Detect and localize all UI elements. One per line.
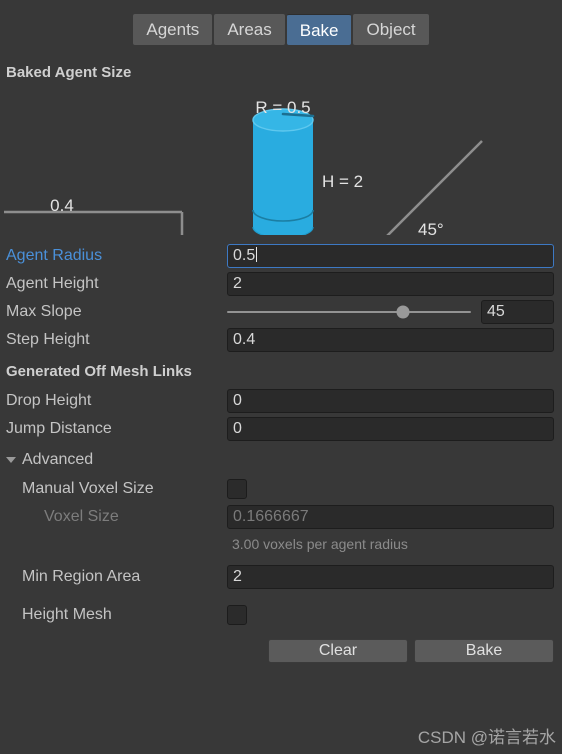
agent-height-input[interactable]: 2 <box>227 272 554 296</box>
tab-agents[interactable]: Agents <box>133 14 213 45</box>
max-slope-input[interactable]: 45 <box>481 300 554 324</box>
diagram-radius-label: R = 0.5 <box>255 98 310 117</box>
generated-off-mesh-links-header: Generated Off Mesh Links <box>6 363 192 380</box>
clear-button[interactable]: Clear <box>268 639 408 663</box>
row-voxel-helper: 3.00 voxels per agent radius <box>4 532 558 556</box>
height-mesh-label: Height Mesh <box>22 606 112 623</box>
manual-voxel-size-label: Manual Voxel Size <box>22 480 154 497</box>
voxel-size-input: 0.1666667 <box>227 505 554 529</box>
max-slope-label: Max Slope <box>6 303 82 320</box>
agent-radius-label: Agent Radius <box>6 247 103 264</box>
diagram-slope-label: 45° <box>418 220 444 235</box>
min-region-area-input[interactable]: 2 <box>227 565 554 589</box>
advanced-rows: Manual Voxel Size Voxel Size 0.1666667 3… <box>4 476 558 628</box>
text-caret <box>256 247 258 262</box>
agent-size-diagram: R = 0.5 H = 2 0.4 45° <box>4 87 562 235</box>
manual-voxel-size-checkbox[interactable] <box>227 479 247 499</box>
tab-areas[interactable]: Areas <box>214 14 285 45</box>
agent-radius-input[interactable]: 0.5 <box>227 244 554 268</box>
slider-track <box>227 311 471 313</box>
advanced-foldout[interactable]: Advanced <box>4 448 558 472</box>
tab-bake[interactable]: Bake <box>286 14 352 45</box>
drop-height-label: Drop Height <box>6 392 92 409</box>
tab-group: Agents Areas Bake Object <box>133 14 429 45</box>
min-region-area-label: Min Region Area <box>22 568 141 585</box>
bake-button[interactable]: Bake <box>414 639 554 663</box>
baked-agent-size-header: Baked Agent Size <box>6 64 132 81</box>
voxel-size-label: Voxel Size <box>44 508 119 525</box>
action-buttons: Clear Bake <box>4 639 558 663</box>
drop-height-input[interactable]: 0 <box>227 389 554 413</box>
jump-distance-input[interactable]: 0 <box>227 417 554 441</box>
row-manual-voxel-size: Manual Voxel Size <box>4 476 558 502</box>
max-slope-control: 45 <box>227 300 554 324</box>
row-agent-height: Agent Height 2 <box>4 271 558 297</box>
agent-size-diagram-svg: R = 0.5 H = 2 0.4 45° <box>4 98 483 235</box>
baked-agent-size-rows: Agent Radius 0.5 Agent Height 2 Max Slop… <box>4 243 558 353</box>
step-height-input[interactable]: 0.4 <box>227 328 554 352</box>
watermark: CSDN @诺言若水 <box>417 728 556 747</box>
off-mesh-links-rows: Drop Height 0 Jump Distance 0 <box>4 388 558 442</box>
max-slope-slider[interactable] <box>227 303 471 321</box>
row-height-mesh: Height Mesh <box>4 602 558 628</box>
row-jump-distance: Jump Distance 0 <box>4 416 558 442</box>
tab-bar: Agents Areas Bake Object <box>0 0 562 45</box>
row-drop-height: Drop Height 0 <box>4 388 558 414</box>
advanced-label: Advanced <box>22 451 94 468</box>
voxel-helper-text: 3.00 voxels per agent radius <box>232 536 408 552</box>
row-step-height: Step Height 0.4 <box>4 327 558 353</box>
agent-radius-value: 0.5 <box>233 247 256 264</box>
chevron-down-icon <box>6 457 16 463</box>
slider-handle[interactable] <box>396 305 410 319</box>
jump-distance-label: Jump Distance <box>6 420 112 437</box>
row-voxel-size: Voxel Size 0.1666667 <box>4 504 558 530</box>
tab-object[interactable]: Object <box>353 14 429 45</box>
step-height-label: Step Height <box>6 331 90 348</box>
row-max-slope: Max Slope 45 <box>4 299 558 325</box>
diagram-step-label: 0.4 <box>50 196 74 215</box>
height-mesh-checkbox[interactable] <box>227 605 247 625</box>
diagram-height-label: H = 2 <box>322 172 363 191</box>
agent-cylinder <box>252 108 315 235</box>
row-agent-radius: Agent Radius 0.5 <box>4 243 558 269</box>
row-min-region-area: Min Region Area 2 <box>4 564 558 590</box>
agent-height-label: Agent Height <box>6 275 99 292</box>
